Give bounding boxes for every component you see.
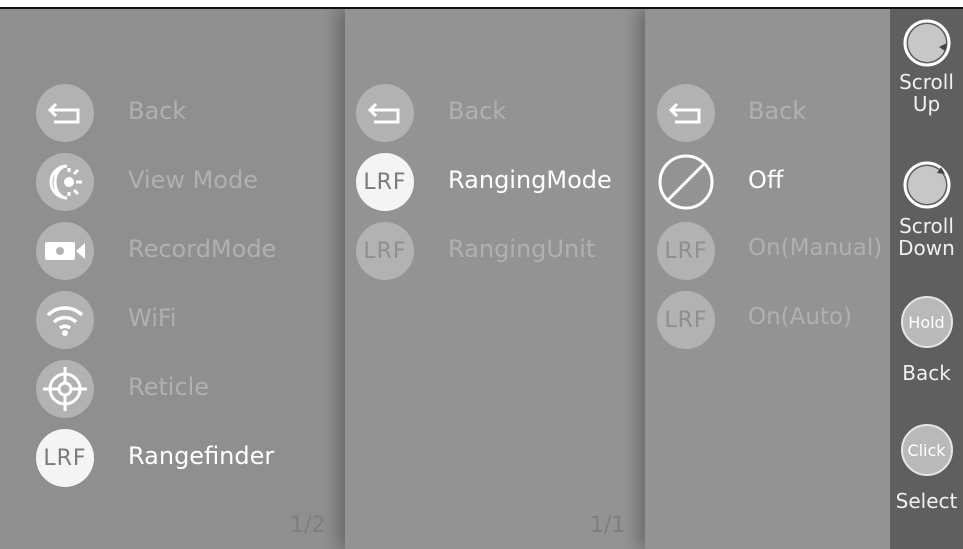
menu-item-label: RecordMode — [128, 235, 277, 263]
page-indicator: 1/1 — [590, 513, 626, 538]
click-select-button[interactable]: Click Select — [890, 424, 963, 512]
back-arrow-icon — [36, 84, 94, 142]
menu-panel-ranging-mode: Back Off LRF On(Manual) LRF On(Auto) — [645, 9, 890, 549]
menu-item-label: On(Manual) — [748, 235, 883, 261]
lrf-icon-text: LRF — [43, 445, 87, 471]
lrf-icon: LRF — [36, 429, 94, 487]
lrf-icon: LRF — [356, 222, 414, 280]
view-mode-icon — [36, 153, 94, 211]
hold-back-button[interactable]: Hold Back — [890, 296, 963, 384]
camera-icon — [36, 222, 94, 280]
hold-icon-text: Hold — [908, 312, 945, 332]
off-icon — [657, 153, 715, 211]
menu-panel-rangefinder: Back LRF RangingMode LRF RangingUnit 1/1 — [345, 9, 645, 549]
click-icon: Click — [900, 424, 953, 476]
menu-item-label: View Mode — [128, 166, 258, 194]
back-arrow-icon — [356, 84, 414, 142]
scroll-down-label-line2: Down — [898, 236, 955, 260]
back-label: Back — [902, 361, 951, 385]
lrf-icon-text: LRF — [363, 238, 407, 264]
menu-item-label: Rangefinder — [128, 442, 275, 470]
menu-item-label: Off — [748, 166, 784, 194]
menu-item-label: On(Auto) — [748, 304, 853, 330]
lrf-icon-text: LRF — [664, 238, 708, 264]
reticle-icon — [36, 360, 94, 418]
menu-item-label: Back — [448, 97, 507, 125]
back-arrow-icon — [657, 84, 715, 142]
wifi-icon — [36, 291, 94, 349]
lrf-icon-text: LRF — [664, 307, 708, 333]
lrf-icon: LRF — [356, 153, 414, 211]
rotate-clockwise-icon — [901, 159, 953, 211]
lrf-icon: LRF — [657, 222, 715, 280]
scroll-up-label-line2: Up — [912, 92, 941, 116]
lrf-icon: LRF — [657, 291, 715, 349]
scroll-up-button[interactable]: Scroll Up — [890, 17, 963, 115]
rotate-clockwise-icon — [901, 17, 953, 69]
menu-item-label: WiFi — [128, 304, 177, 332]
menu-item-label: Reticle — [128, 373, 210, 401]
menu-item-label: Back — [748, 97, 807, 125]
menu-item-label: RangingMode — [448, 166, 612, 194]
click-icon-text: Click — [907, 440, 946, 460]
menu-item-label: RangingUnit — [448, 235, 596, 263]
page-indicator: 1/2 — [290, 513, 326, 538]
hold-icon: Hold — [900, 296, 953, 348]
select-label: Select — [895, 489, 958, 513]
menu-panel-main: Back View Mode RecordMode WiFi Reticle L… — [0, 9, 345, 549]
lrf-icon-text: LRF — [363, 169, 407, 195]
control-sidebar: Scroll Up Scroll Down Hold Back Click Se… — [890, 9, 963, 549]
device-screen: Back View Mode RecordMode WiFi Reticle L… — [0, 7, 963, 549]
scroll-up-label-line1: Scroll — [899, 70, 954, 94]
scroll-down-label-line1: Scroll — [899, 214, 954, 238]
menu-item-label: Back — [128, 97, 187, 125]
scroll-down-button[interactable]: Scroll Down — [890, 159, 963, 259]
